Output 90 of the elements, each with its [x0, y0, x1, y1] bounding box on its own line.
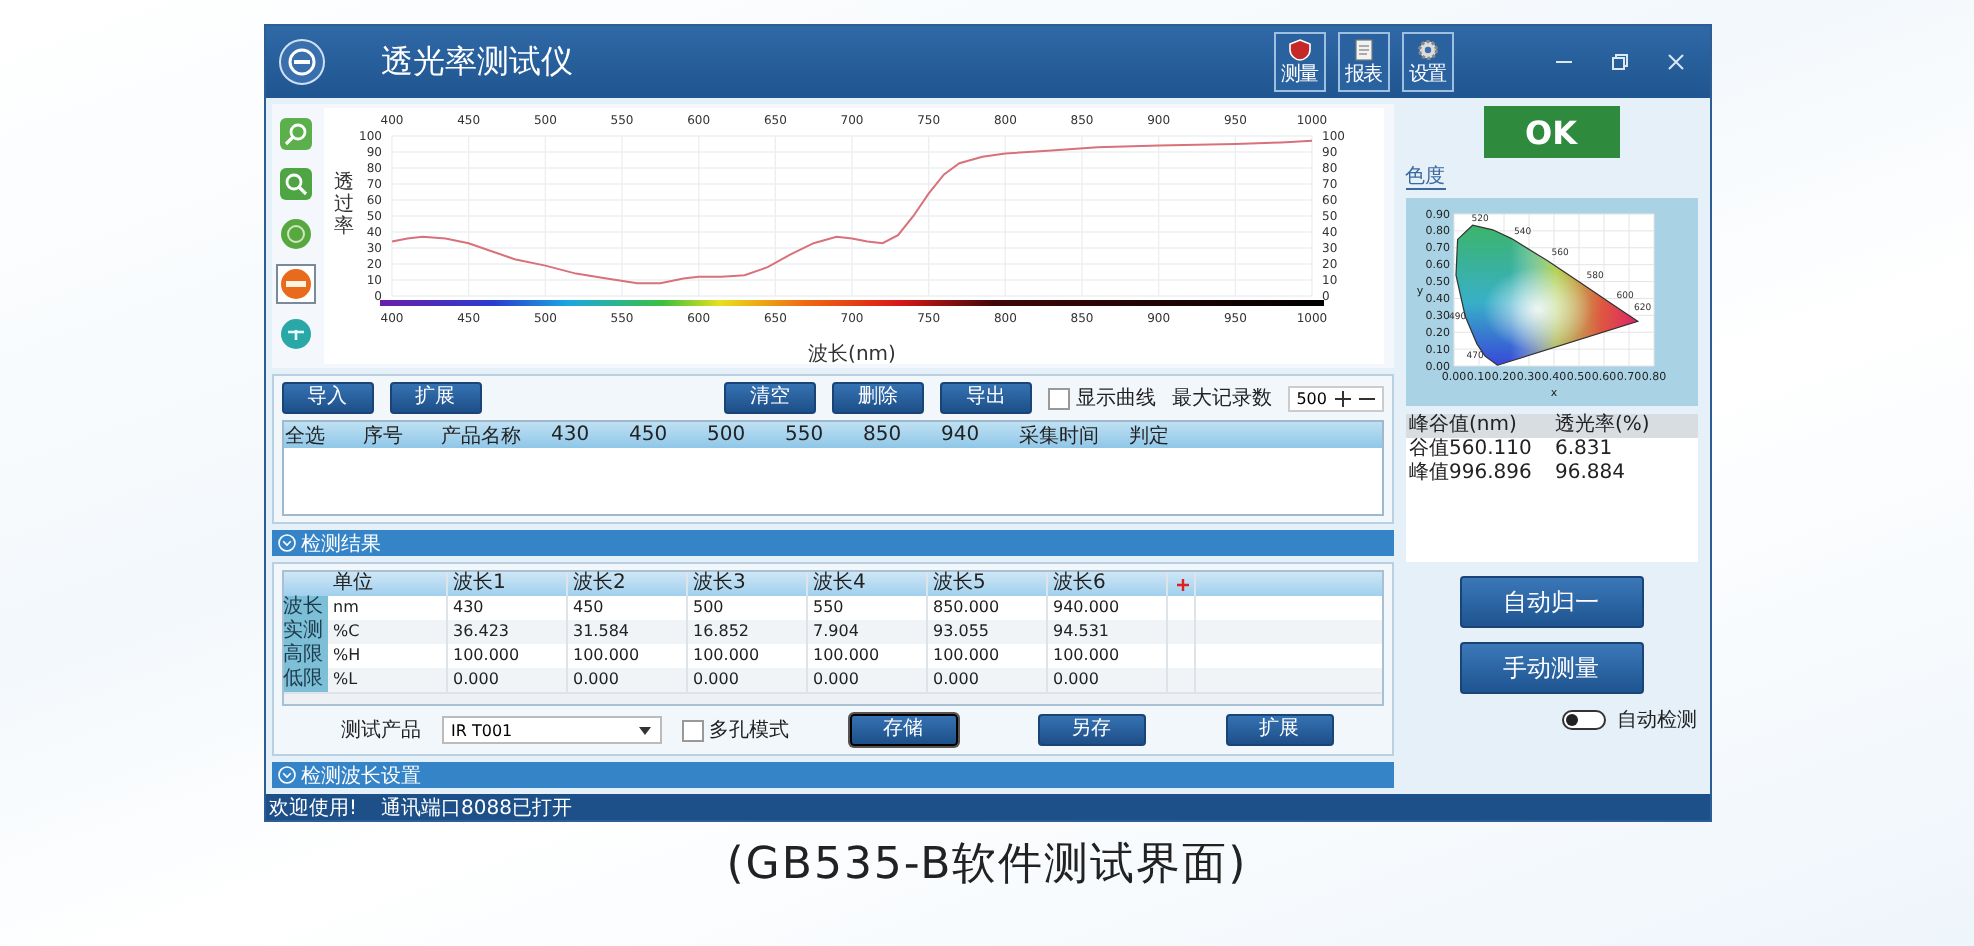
column-header: 波长4 — [807, 572, 927, 596]
table-cell: 93.055 — [927, 620, 1047, 644]
section-title: 检测结果 — [301, 531, 381, 557]
close-icon[interactable] — [1665, 52, 1685, 72]
column-header: 波长5 — [927, 572, 1047, 596]
document-icon — [1351, 38, 1375, 62]
section-title: 检测波长设置 — [301, 763, 421, 789]
product-dropdown[interactable]: IR T001 — [441, 716, 661, 744]
column-header[interactable]: 产品名称 — [439, 421, 549, 449]
zoom-in-button[interactable] — [275, 114, 315, 154]
toolbar-button[interactable]: 导出 — [940, 382, 1033, 414]
toolbar-button[interactable]: 删除 — [832, 382, 925, 414]
plus-icon[interactable] — [1333, 389, 1351, 407]
number-stepper[interactable]: 500 — [1288, 385, 1383, 411]
column-header[interactable]: 序号 — [361, 421, 439, 449]
table-cell-text: 96.884 — [1553, 462, 1627, 486]
magnifier-icon — [279, 168, 311, 200]
row-header: 低限 — [283, 668, 327, 692]
restore-icon[interactable] — [1609, 52, 1629, 72]
column-header: 峰谷值(nm) — [1407, 414, 1519, 438]
chromaticity-tab[interactable]: 色度 — [1405, 166, 1445, 190]
table-cell-text: 6.831 — [1553, 438, 1615, 462]
toolbar-button[interactable]: 报表 — [1337, 32, 1389, 92]
export-button[interactable] — [275, 314, 315, 354]
action-button[interactable]: 存储 — [849, 714, 957, 746]
checkbox-label: 多孔模式 — [709, 717, 789, 744]
column-header: 波长6 — [1047, 572, 1167, 596]
column-header[interactable]: 采集时间 — [1017, 421, 1127, 449]
zoom-out-button[interactable] — [275, 164, 315, 204]
checkbox-label: 显示曲线 — [1076, 385, 1157, 412]
logo-icon — [277, 38, 325, 86]
action-button[interactable]: 自动归一 — [1459, 576, 1643, 628]
section-bar[interactable]: 检测结果 — [271, 530, 1393, 556]
caption: (GB535-B软件测试界面) — [726, 838, 1248, 894]
settings-icon — [1415, 38, 1439, 62]
result-indicator: OK — [1483, 106, 1619, 158]
scrollbar[interactable] — [283, 692, 1381, 704]
toggle-label: 自动检测 — [1617, 707, 1697, 734]
round-button[interactable] — [275, 214, 315, 254]
row-header: 实测 — [283, 620, 327, 644]
column-header: 波长2 — [567, 572, 687, 596]
table-cell: 31.584 — [567, 620, 687, 644]
ring-icon — [279, 218, 311, 250]
status-text: 欢迎使用! — [269, 795, 358, 821]
column-header[interactable]: 450 — [627, 424, 705, 446]
action-button[interactable]: 另存 — [1037, 714, 1145, 746]
column-header: 透光率(%) — [1553, 414, 1652, 438]
dropdown-arrow-icon — [637, 725, 651, 735]
column-header: 波长3 — [687, 572, 807, 596]
status-text: 通讯端口8088已打开 — [381, 795, 572, 821]
cross-disc-icon — [279, 318, 311, 350]
row-header: 高限 — [283, 644, 327, 668]
toolbar-button[interactable]: 设置 — [1401, 32, 1453, 92]
table-cell-text: 谷值560.110 — [1407, 438, 1534, 462]
shield-icon — [1287, 38, 1311, 62]
row-header: 波长 — [283, 596, 327, 620]
toolbar-button[interactable]: 扩展 — [389, 382, 481, 414]
y-axis-label: 透过率 — [333, 172, 353, 238]
column-header[interactable]: 940 — [939, 424, 1017, 446]
product-label: 测试产品 — [341, 717, 421, 744]
action-button[interactable]: 手动测量 — [1459, 642, 1643, 694]
table-cell: 36.423 — [447, 620, 567, 644]
table-cell: 7.904 — [807, 620, 927, 644]
column-header: 波长1 — [447, 572, 567, 596]
bar-disc-icon — [279, 268, 311, 300]
add-column-icon[interactable] — [1176, 577, 1190, 591]
table-cell: 94.531 — [1047, 620, 1167, 644]
toggle-switch[interactable] — [1561, 710, 1605, 730]
chevron-down-icon — [277, 766, 295, 784]
reset-button[interactable] — [275, 264, 315, 304]
checkbox[interactable] — [1048, 387, 1071, 409]
action-button[interactable]: 扩展 — [1225, 714, 1333, 746]
toolbar-button[interactable]: 导入 — [281, 382, 373, 414]
section-bar[interactable]: 检测波长设置 — [271, 762, 1393, 788]
table-cell-text: 峰值996.896 — [1407, 462, 1534, 486]
max-records-label: 最大记录数 — [1172, 385, 1273, 412]
chevron-down-icon — [277, 534, 295, 552]
magnifier-icon — [279, 118, 311, 150]
column-header[interactable]: 850 — [861, 424, 939, 446]
column-header[interactable]: 550 — [783, 424, 861, 446]
toolbar-button[interactable]: 测量 — [1273, 32, 1325, 92]
toolbar-button[interactable]: 清空 — [724, 382, 817, 414]
column-header[interactable]: 判定 — [1127, 421, 1205, 449]
window-title: 透光率测试仪 — [381, 41, 573, 83]
table-cell: 16.852 — [687, 620, 807, 644]
column-header[interactable]: 全选 — [283, 421, 361, 449]
x-axis-label: 波长(nm) — [807, 344, 895, 364]
column-header[interactable]: 500 — [705, 424, 783, 446]
checkbox[interactable] — [681, 719, 703, 741]
column-header[interactable]: 430 — [549, 424, 627, 446]
